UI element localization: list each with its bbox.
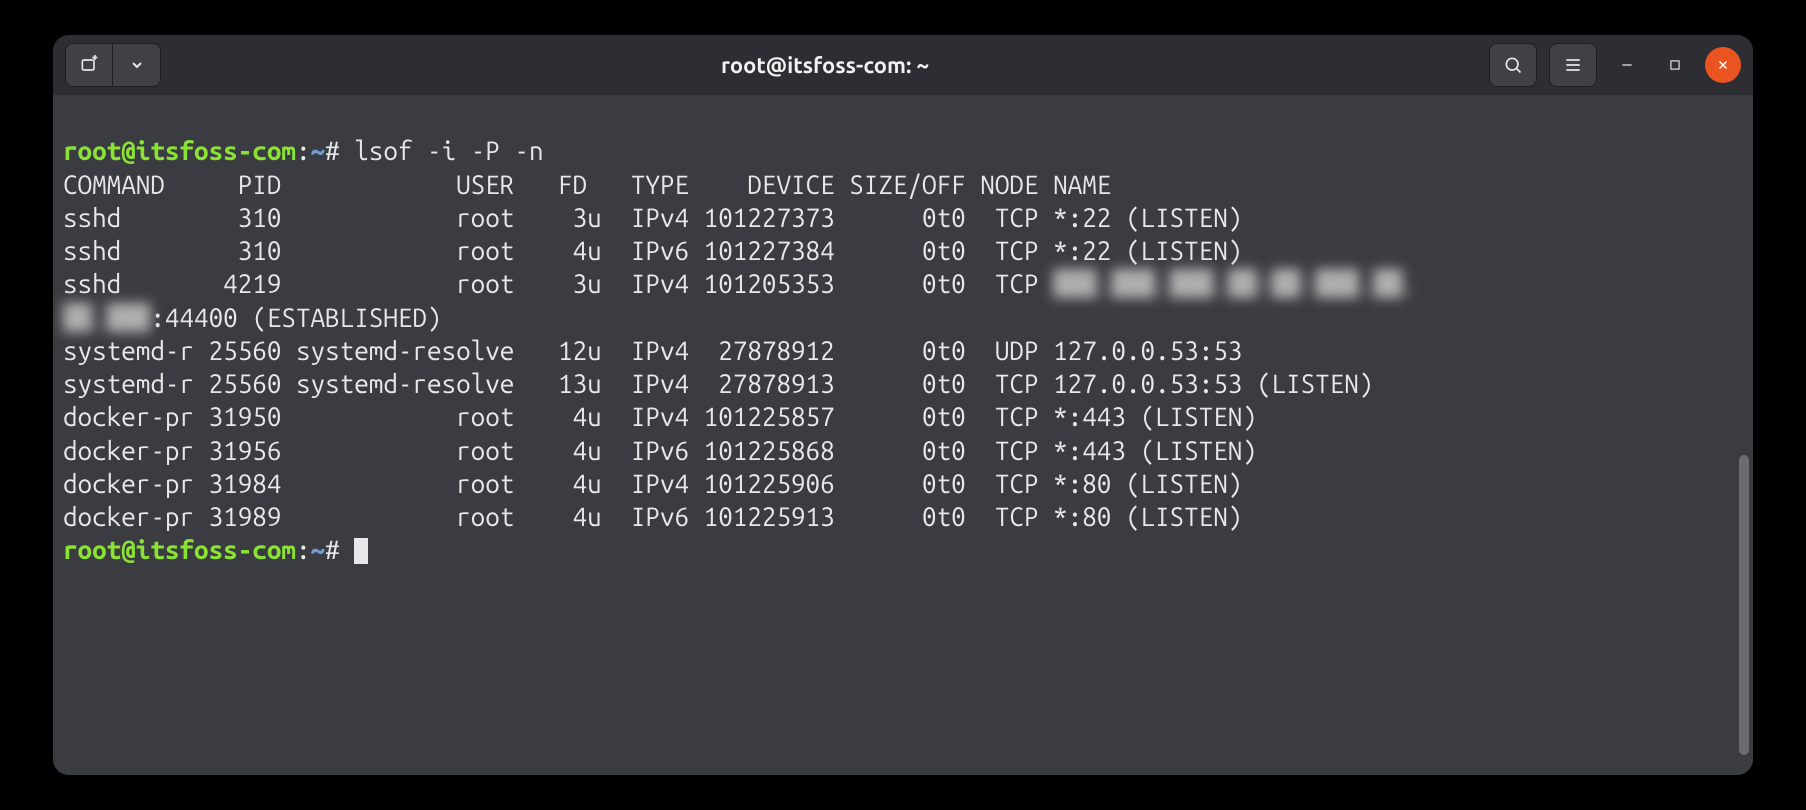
menu-button[interactable] (1549, 43, 1597, 87)
prompt-symbol: # (325, 535, 340, 564)
prompt-symbol: # (325, 136, 340, 165)
prompt-user-host: root@itsfoss-com (63, 136, 296, 165)
output-row: docker-pr 31956 root 4u IPv6 101225868 0… (63, 436, 1257, 465)
prompt-line: root@itsfoss-com:~# (63, 535, 368, 564)
terminal-window: root@itsfoss-com: ~ (53, 35, 1753, 775)
redacted-ip: ██.███ (63, 303, 150, 332)
terminal-body[interactable]: root@itsfoss-com:~# lsof -i -P -n COMMAN… (53, 95, 1753, 775)
maximize-button[interactable] (1657, 47, 1693, 83)
tab-dropdown-button[interactable] (113, 43, 161, 87)
output-row: sshd 310 root 4u IPv6 101227384 0t0 TCP … (63, 236, 1242, 265)
titlebar: root@itsfoss-com: ~ (53, 35, 1753, 95)
cursor (354, 538, 368, 564)
close-button[interactable] (1705, 47, 1741, 83)
prompt-user-host: root@itsfoss-com (63, 535, 296, 564)
output-header: COMMAND PID USER FD TYPE DEVICE SIZE/OFF… (63, 170, 1111, 199)
output-row: docker-pr 31950 root 4u IPv4 101225857 0… (63, 402, 1257, 431)
window-title: root@itsfoss-com: ~ (169, 53, 1481, 78)
new-tab-button[interactable] (65, 43, 113, 87)
output-row: systemd-r 25560 systemd-resolve 13u IPv4… (63, 369, 1373, 398)
prompt-path: ~ (311, 535, 326, 564)
prompt-line: root@itsfoss-com:~# lsof -i -P -n (63, 136, 544, 165)
tab-button-group (65, 43, 161, 87)
search-button[interactable] (1489, 43, 1537, 87)
scrollbar[interactable] (1739, 455, 1749, 755)
titlebar-right-controls (1489, 43, 1741, 87)
prompt-path: ~ (311, 136, 326, 165)
output-row-blurred: sshd 4219 root 3u IPv4 101205353 0t0 TCP… (63, 269, 1417, 298)
output-row: docker-pr 31984 root 4u IPv4 101225906 0… (63, 469, 1242, 498)
minimize-button[interactable] (1609, 47, 1645, 83)
output-row: systemd-r 25560 systemd-resolve 12u IPv4… (63, 336, 1242, 365)
output-row: docker-pr 31989 root 4u IPv6 101225913 0… (63, 502, 1242, 531)
output-row-blurred-cont: ██.███:44400 (ESTABLISHED) (63, 303, 442, 332)
command-text: lsof -i -P -n (354, 136, 543, 165)
output-row: sshd 310 root 3u IPv4 101227373 0t0 TCP … (63, 203, 1242, 232)
redacted-ip: ███.███.███.██:██-███.██. (1053, 269, 1417, 298)
